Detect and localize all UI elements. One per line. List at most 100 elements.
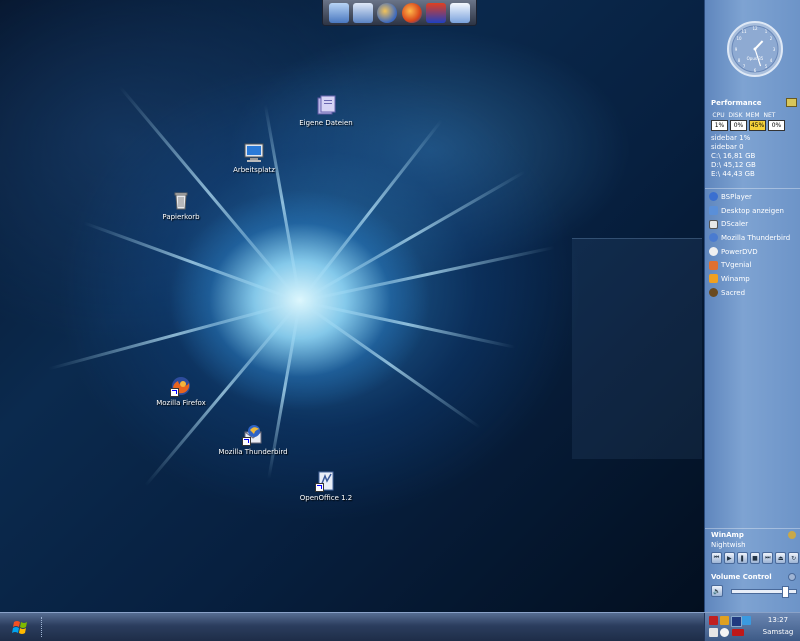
perf-value-mem: 45% (749, 120, 766, 131)
winamp-pause-button[interactable]: ❚ (736, 552, 748, 564)
bsplayer-icon (709, 192, 718, 202)
start-button[interactable] (6, 617, 34, 637)
app-item-powerdvd[interactable]: PowerDVD (705, 245, 800, 259)
clock-day[interactable]: Samstag (757, 628, 799, 636)
app-item-dscaler[interactable]: DScaler (705, 217, 800, 231)
performance-chart-icon[interactable] (786, 98, 797, 107)
thunderbird-icon[interactable] (377, 2, 398, 23)
volume-slider-thumb[interactable] (782, 585, 790, 598)
perf-line: C:\ 16,81 GB (711, 152, 756, 160)
desktop-icon-label: OpenOffice 1.2 (299, 494, 353, 502)
system-tray: 13:27 Samstag (704, 613, 800, 641)
show-desktop-icon[interactable] (329, 2, 350, 23)
powerdvd-icon (709, 247, 718, 257)
perf-line: sidebar 0 (711, 143, 744, 151)
desktop-icon-openoffice[interactable]: OpenOffice 1.2 (281, 470, 371, 502)
volume-slider[interactable] (731, 585, 797, 598)
messenger-icon[interactable] (742, 616, 751, 625)
windows-logo-icon (12, 621, 27, 634)
winamp-play-button[interactable]: ▶ (723, 552, 735, 564)
svg-text:12: 12 (752, 26, 758, 31)
winamp-prev-button[interactable]: ⏮ (711, 552, 722, 564)
firefox-icon (170, 375, 192, 397)
desktop-icon-firefox[interactable]: Mozilla Firefox (136, 375, 226, 407)
winamp-eject-button[interactable]: ⏏ (775, 552, 787, 564)
app-item-sacred[interactable]: Sacred (705, 286, 800, 300)
firefox-icon[interactable] (401, 2, 422, 23)
tv-app-icon[interactable] (425, 2, 446, 23)
desktop-icon-label: Mozilla Firefox (156, 399, 206, 407)
app-item-label: BSPlayer (721, 192, 752, 201)
dscaler-icon (709, 219, 718, 229)
winamp-settings-icon[interactable] (788, 531, 796, 539)
winamp-repeat-button[interactable]: ↻ (788, 552, 800, 564)
app-item-label: PowerDVD (721, 247, 758, 256)
app-launcher: BSPlayer Desktop anzeigen DScaler Mozill… (705, 188, 800, 300)
app-item-thunderbird[interactable]: Mozilla Thunderbird (705, 231, 800, 245)
desktop-icon-thunderbird[interactable]: Mozilla Thunderbird (208, 424, 298, 456)
thunderbird-icon (242, 424, 264, 446)
taskbar: 13:27 Samstag (0, 612, 800, 641)
winamp-widget: WinAmp Nightwish ⏮ ▶ ❚ ■ ⏭ ⏏ ↻ (705, 528, 800, 564)
clock-widget: 12 1 2 3 45 6 7 8 9 10 11 Opus 35 (705, 18, 800, 80)
app-item-label: Mozilla Thunderbird (721, 233, 791, 242)
openoffice-icon[interactable] (353, 2, 374, 23)
desktop-icon-computer[interactable]: Arbeitsplatz (209, 142, 299, 174)
analog-clock: 12 12 3 45 6 7 8 9 10 11 Opus 35 (727, 21, 783, 77)
desktop-icon-documents[interactable]: Eigene Dateien (281, 95, 371, 127)
shield-icon[interactable] (709, 628, 718, 637)
winamp-stop-button[interactable]: ■ (749, 552, 761, 564)
speaker-icon[interactable]: 🔈 (711, 585, 723, 597)
speaker-icon[interactable] (720, 628, 729, 637)
perf-value-disk: 0% (730, 120, 747, 131)
perf-line: E:\ 44,43 GB (711, 170, 755, 178)
media-icon[interactable] (709, 616, 718, 625)
taskbar-grip[interactable] (41, 617, 45, 637)
svg-text:7: 7 (743, 64, 746, 69)
perf-header-disk: DISK (728, 112, 743, 119)
perf-line: D:\ 45,12 GB (711, 161, 756, 169)
recycle-bin-icon (170, 189, 192, 211)
perf-value-cpu: 1% (711, 120, 728, 131)
svg-text:5: 5 (765, 64, 768, 69)
svg-text:3: 3 (773, 47, 776, 52)
clock-time[interactable]: 13:27 (757, 616, 799, 624)
perf-header-mem: MEM (745, 112, 760, 119)
svg-text:4: 4 (770, 58, 773, 63)
winamp-track: Nightwish (711, 541, 746, 549)
desktop-icon-recycle-bin[interactable]: Papierkorb (136, 189, 226, 221)
winamp-next-button[interactable]: ⏭ (762, 552, 774, 564)
tvgenial-icon (709, 260, 718, 270)
thunderbird-icon (709, 233, 718, 243)
svg-text:9: 9 (735, 47, 738, 52)
sacred-icon (709, 288, 718, 298)
desktop-icon-label: Eigene Dateien (299, 119, 353, 127)
app-item-winamp[interactable]: Winamp (705, 272, 800, 286)
notes-icon[interactable] (449, 2, 470, 23)
volume-widget: Volume Control 🔈 (705, 573, 800, 598)
perf-line: sidebar 1% (711, 134, 751, 142)
ati-icon[interactable] (732, 629, 744, 636)
quick-launch-bar (322, 0, 477, 26)
perf-header-cpu: CPU (712, 112, 725, 119)
desktop-icon-label: Arbeitsplatz (233, 166, 275, 174)
app-item-label: Sacred (721, 288, 746, 297)
wallpaper (0, 0, 704, 612)
svg-text:6: 6 (754, 68, 757, 73)
app-item-bsplayer[interactable]: BSPlayer (705, 190, 800, 204)
network-icon[interactable] (720, 616, 729, 625)
app-item-desktop-anzeigen[interactable]: Desktop anzeigen (705, 204, 800, 218)
winamp-title: WinAmp (711, 531, 744, 539)
svg-text:10: 10 (736, 36, 742, 41)
performance-widget: Performance CPU DISK MEM NET 1% 0% 45% 0… (705, 98, 800, 179)
openoffice-icon (315, 470, 337, 492)
app-item-tvgenial[interactable]: TVgenial (705, 258, 800, 272)
clock-label: Opus 35 (747, 56, 764, 61)
svg-text:11: 11 (741, 29, 747, 34)
display-icon[interactable] (731, 616, 742, 627)
svg-text:1: 1 (765, 29, 768, 34)
volume-settings-icon[interactable] (788, 573, 796, 581)
documents-folder-icon (315, 95, 337, 117)
app-item-label: DScaler (721, 220, 749, 229)
performance-title: Performance (711, 98, 762, 107)
